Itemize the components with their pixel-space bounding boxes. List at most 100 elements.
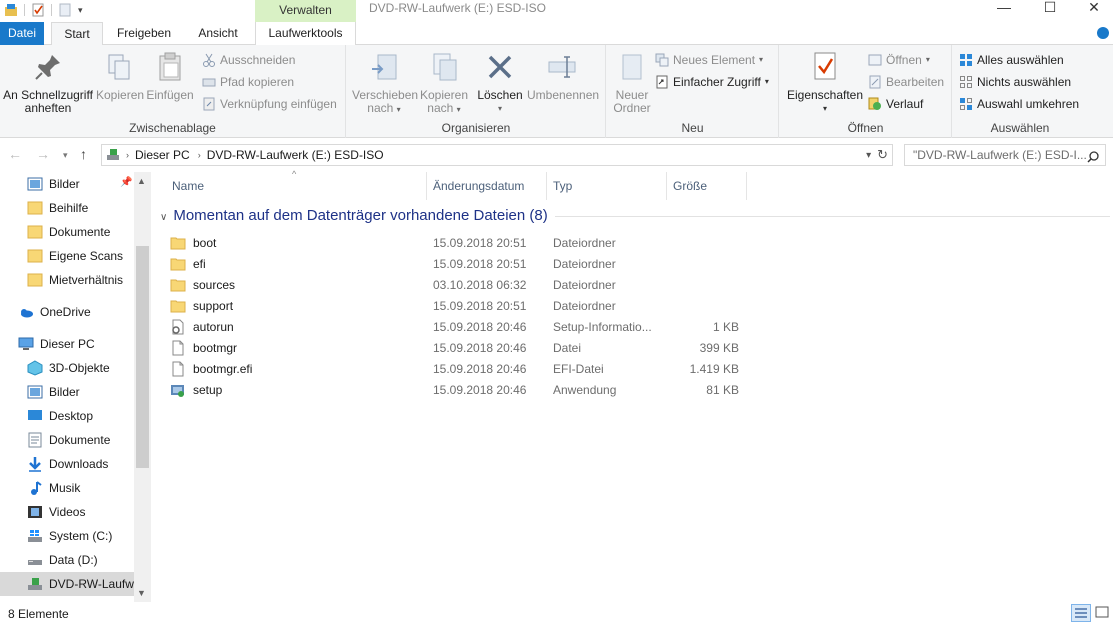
select-none-button[interactable]: Nichts auswählen <box>959 73 1071 91</box>
file-row[interactable]: setup 15.09.2018 20:46 Anwendung 81 KB <box>170 379 750 400</box>
new-folder-button[interactable]: Neuer Ordner <box>611 51 653 115</box>
open-button[interactable]: Öffnen ▾ <box>868 51 930 69</box>
sidebar-item-dvd-drive[interactable]: DVD-RW-Laufwerk (E:) ESD-ISO <box>0 572 134 596</box>
copy-button[interactable]: Kopieren <box>96 51 144 102</box>
breadcrumb-drive[interactable]: DVD-RW-Laufwerk (E:) ESD-ISO <box>207 148 384 162</box>
sidebar-item-musik[interactable]: Musik <box>0 476 134 500</box>
new-item-button[interactable]: Neues Element ▾ <box>655 51 763 69</box>
file-row[interactable]: bootmgr 15.09.2018 20:46 Datei 399 KB <box>170 337 750 358</box>
breadcrumb-chevron-icon[interactable]: › <box>126 150 129 160</box>
file-row[interactable]: sources 03.10.2018 06:32 Dateiordner <box>170 274 750 295</box>
file-date: 03.10.2018 06:32 <box>433 278 527 292</box>
column-header-size[interactable]: Größe <box>667 172 747 200</box>
edit-button[interactable]: Bearbeiten <box>868 73 944 91</box>
breadcrumb-chevron-icon[interactable]: › <box>198 150 201 160</box>
drive-address-icon <box>106 148 120 162</box>
scroll-up-arrow-icon[interactable]: ▲ <box>137 176 146 186</box>
paste-shortcut-button[interactable]: Verknüpfung einfügen <box>202 95 337 113</box>
file-row[interactable]: boot 15.09.2018 20:51 Dateiordner <box>170 232 750 253</box>
file-list: ^ Name Änderungsdatum Typ Größe ∨ Momenta… <box>152 169 1113 602</box>
help-icon[interactable] <box>1097 27 1109 39</box>
history-button[interactable]: Verlauf <box>868 95 923 113</box>
sidebar-item-dokumente[interactable]: Dokumente <box>0 428 134 452</box>
sidebar-scrollbar[interactable]: ▲ ▼ <box>134 172 151 602</box>
copy-path-icon <box>202 75 216 89</box>
column-header-type[interactable]: Typ <box>547 172 667 200</box>
tab-freigeben[interactable]: Freigeben <box>110 22 178 45</box>
sidebar-item-mietverhaeltnis[interactable]: Mietverhältnis <box>0 268 134 292</box>
new-item-label: Neues Element <box>673 53 756 67</box>
search-input[interactable]: "DVD-RW-Laufwerk (E:) ESD-I... <box>904 144 1106 166</box>
recent-locations-chevron-icon[interactable]: ▾ <box>63 150 68 161</box>
sidebar-item-bilder-quick[interactable]: Bilder <box>0 172 134 196</box>
breadcrumb-dieser-pc[interactable]: Dieser PC <box>135 148 190 162</box>
properties-quick-icon[interactable] <box>31 3 45 17</box>
up-arrow-icon[interactable]: ↑ <box>80 146 87 162</box>
sidebar-item-label: Dokumente <box>49 225 111 239</box>
easy-access-button[interactable]: Einfacher Zugriff ▾ <box>655 73 769 91</box>
large-icons-view-icon[interactable] <box>1093 604 1113 622</box>
file-row[interactable]: efi 15.09.2018 20:51 Dateiordner <box>170 253 750 274</box>
sidebar-item-dokumente-quick[interactable]: Dokumente <box>0 220 134 244</box>
sidebar-item-beihilfe[interactable]: Beihilfe <box>0 196 134 220</box>
cut-button[interactable]: Ausschneiden <box>202 51 295 69</box>
invert-selection-button[interactable]: Auswahl umkehren <box>959 95 1079 113</box>
copy-to-button[interactable]: Kopieren nach ▾ <box>417 51 471 116</box>
scrollbar-thumb[interactable] <box>136 246 149 468</box>
details-view-icon[interactable] <box>1071 604 1091 622</box>
forward-arrow-icon[interactable]: → <box>36 146 50 162</box>
edit-icon <box>868 75 882 89</box>
sidebar-item-bilder[interactable]: Bilder <box>0 380 134 404</box>
search-icon[interactable] <box>1087 149 1099 163</box>
tab-datei[interactable]: Datei <box>0 22 44 45</box>
sidebar-item-desktop[interactable]: Desktop <box>0 404 134 428</box>
sidebar-item-dieser-pc[interactable]: Dieser PC <box>0 332 134 356</box>
address-bar[interactable]: › Dieser PC › DVD-RW-Laufwerk (E:) ESD-I… <box>101 144 893 166</box>
group-collapse-chevron-icon[interactable]: ∨ <box>160 212 167 223</box>
sidebar-item-label: 3D-Objekte <box>49 361 110 375</box>
pin-quick-access-button[interactable]: An Schnellzugriff anheften <box>2 51 94 115</box>
sidebar-item-3d-objekte[interactable]: 3D-Objekte <box>0 356 134 380</box>
pin-icon <box>32 51 64 83</box>
maximize-button[interactable]: ☐ <box>1027 0 1073 22</box>
column-header-name[interactable]: Name <box>166 172 427 200</box>
sidebar-item-videos[interactable]: Videos <box>0 500 134 524</box>
copy-path-button[interactable]: Pfad kopieren <box>202 73 294 91</box>
rename-button[interactable]: Umbenennen <box>527 51 599 102</box>
computer-icon <box>18 336 34 352</box>
pinned-icon: 📌 <box>120 177 133 188</box>
close-button[interactable]: ✕ <box>1071 0 1113 22</box>
back-arrow-icon[interactable]: ← <box>8 146 22 162</box>
sidebar-item-eigene-scans[interactable]: Eigene Scans <box>0 244 134 268</box>
file-size: 1 KB <box>712 320 739 334</box>
file-date: 15.09.2018 20:51 <box>433 257 527 271</box>
group-zwischenablage: An Schnellzugriff anheften Kopieren Einf… <box>0 45 346 138</box>
group-header[interactable]: ∨ Momentan auf dem Datenträger vorhandene… <box>160 207 548 224</box>
qat-dropdown-icon[interactable]: ▾ <box>78 3 92 17</box>
explorer-app-icon[interactable] <box>4 3 18 17</box>
tab-laufwerktools[interactable]: Laufwerktools <box>255 22 356 45</box>
sidebar-item-onedrive[interactable]: OneDrive <box>0 300 134 324</box>
scroll-down-arrow-icon[interactable]: ▼ <box>137 588 146 598</box>
sidebar-item-system-c[interactable]: System (C:) <box>0 524 134 548</box>
properties-button[interactable]: Eigenschaften ▾ <box>784 51 866 115</box>
paste-button[interactable]: Einfügen <box>146 51 194 102</box>
file-name: autorun <box>193 320 234 334</box>
new-folder-quick-icon[interactable] <box>58 3 72 17</box>
minimize-button[interactable]: — <box>981 0 1027 22</box>
tab-ansicht[interactable]: Ansicht <box>188 22 248 45</box>
status-bar: 8 Elemente <box>0 602 1113 624</box>
refresh-icon[interactable]: ↻ <box>877 147 888 163</box>
delete-button[interactable]: Löschen ▾ <box>477 51 523 115</box>
file-row[interactable]: support 15.09.2018 20:51 Dateiordner <box>170 295 750 316</box>
file-row[interactable]: bootmgr.efi 15.09.2018 20:46 EFI-Datei 1… <box>170 358 750 379</box>
tab-start[interactable]: Start <box>51 22 103 46</box>
file-row[interactable]: autorun 15.09.2018 20:46 Setup-Informati… <box>170 316 750 337</box>
sidebar-item-label: Downloads <box>49 457 109 471</box>
sidebar-item-data-d[interactable]: Data (D:) <box>0 548 134 572</box>
move-to-button[interactable]: Verschieben nach ▾ <box>352 51 418 116</box>
select-all-button[interactable]: Alles auswählen <box>959 51 1064 69</box>
address-dropdown-icon[interactable]: ▾ <box>866 150 871 161</box>
sidebar-item-downloads[interactable]: Downloads <box>0 452 134 476</box>
column-header-date[interactable]: Änderungsdatum <box>427 172 547 200</box>
